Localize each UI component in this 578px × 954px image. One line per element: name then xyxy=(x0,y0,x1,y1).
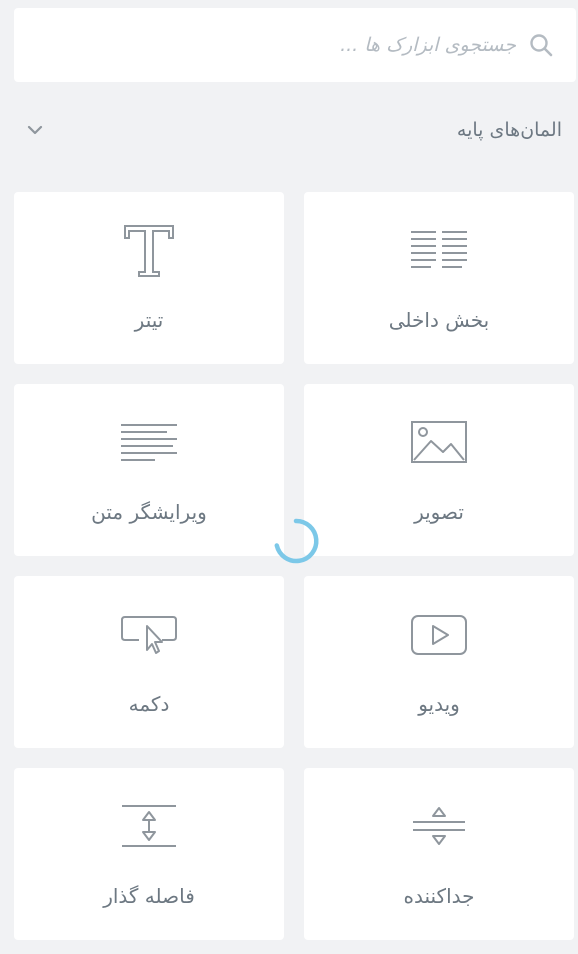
widget-button[interactable]: دکمه xyxy=(14,576,284,748)
widget-spacer[interactable]: فاصله گذار xyxy=(14,768,284,940)
spacer-icon xyxy=(122,805,176,847)
widget-label: ویدیو xyxy=(418,692,460,716)
widget-label: تصویر xyxy=(414,500,464,524)
widget-label: تیتر xyxy=(134,308,164,332)
category-title: المان‌های پایه xyxy=(456,119,562,141)
chevron-down-icon xyxy=(27,125,43,135)
video-icon xyxy=(411,615,467,655)
widget-image[interactable]: تصویر xyxy=(304,384,574,556)
widget-inner-section[interactable]: بخش داخلی xyxy=(304,192,574,364)
search-icon xyxy=(530,34,553,57)
search-input[interactable] xyxy=(76,34,516,56)
widgets-panel: المان‌های پایه بخش داخلی تیتر xyxy=(0,0,578,954)
widget-label: دکمه xyxy=(128,692,170,716)
widget-label: ویرایشگر متن xyxy=(91,500,207,524)
widget-label: بخش داخلی xyxy=(388,308,490,332)
widget-video[interactable]: ویدیو xyxy=(304,576,574,748)
widget-label: جداکننده xyxy=(403,884,475,908)
widget-label: فاصله گذار xyxy=(103,884,195,908)
category-header-basic[interactable]: المان‌های پایه xyxy=(14,104,576,156)
heading-icon xyxy=(124,225,174,277)
inner-section-icon xyxy=(411,231,467,268)
divider-icon xyxy=(413,807,465,845)
image-icon xyxy=(411,421,467,463)
text-editor-icon xyxy=(121,424,177,461)
widget-divider[interactable]: جداکننده xyxy=(304,768,574,940)
loading-spinner-icon xyxy=(274,518,319,564)
widget-text-editor[interactable]: ویرایشگر متن xyxy=(14,384,284,556)
search-bar xyxy=(14,8,576,82)
widget-heading[interactable]: تیتر xyxy=(14,192,284,364)
button-icon xyxy=(121,616,177,654)
